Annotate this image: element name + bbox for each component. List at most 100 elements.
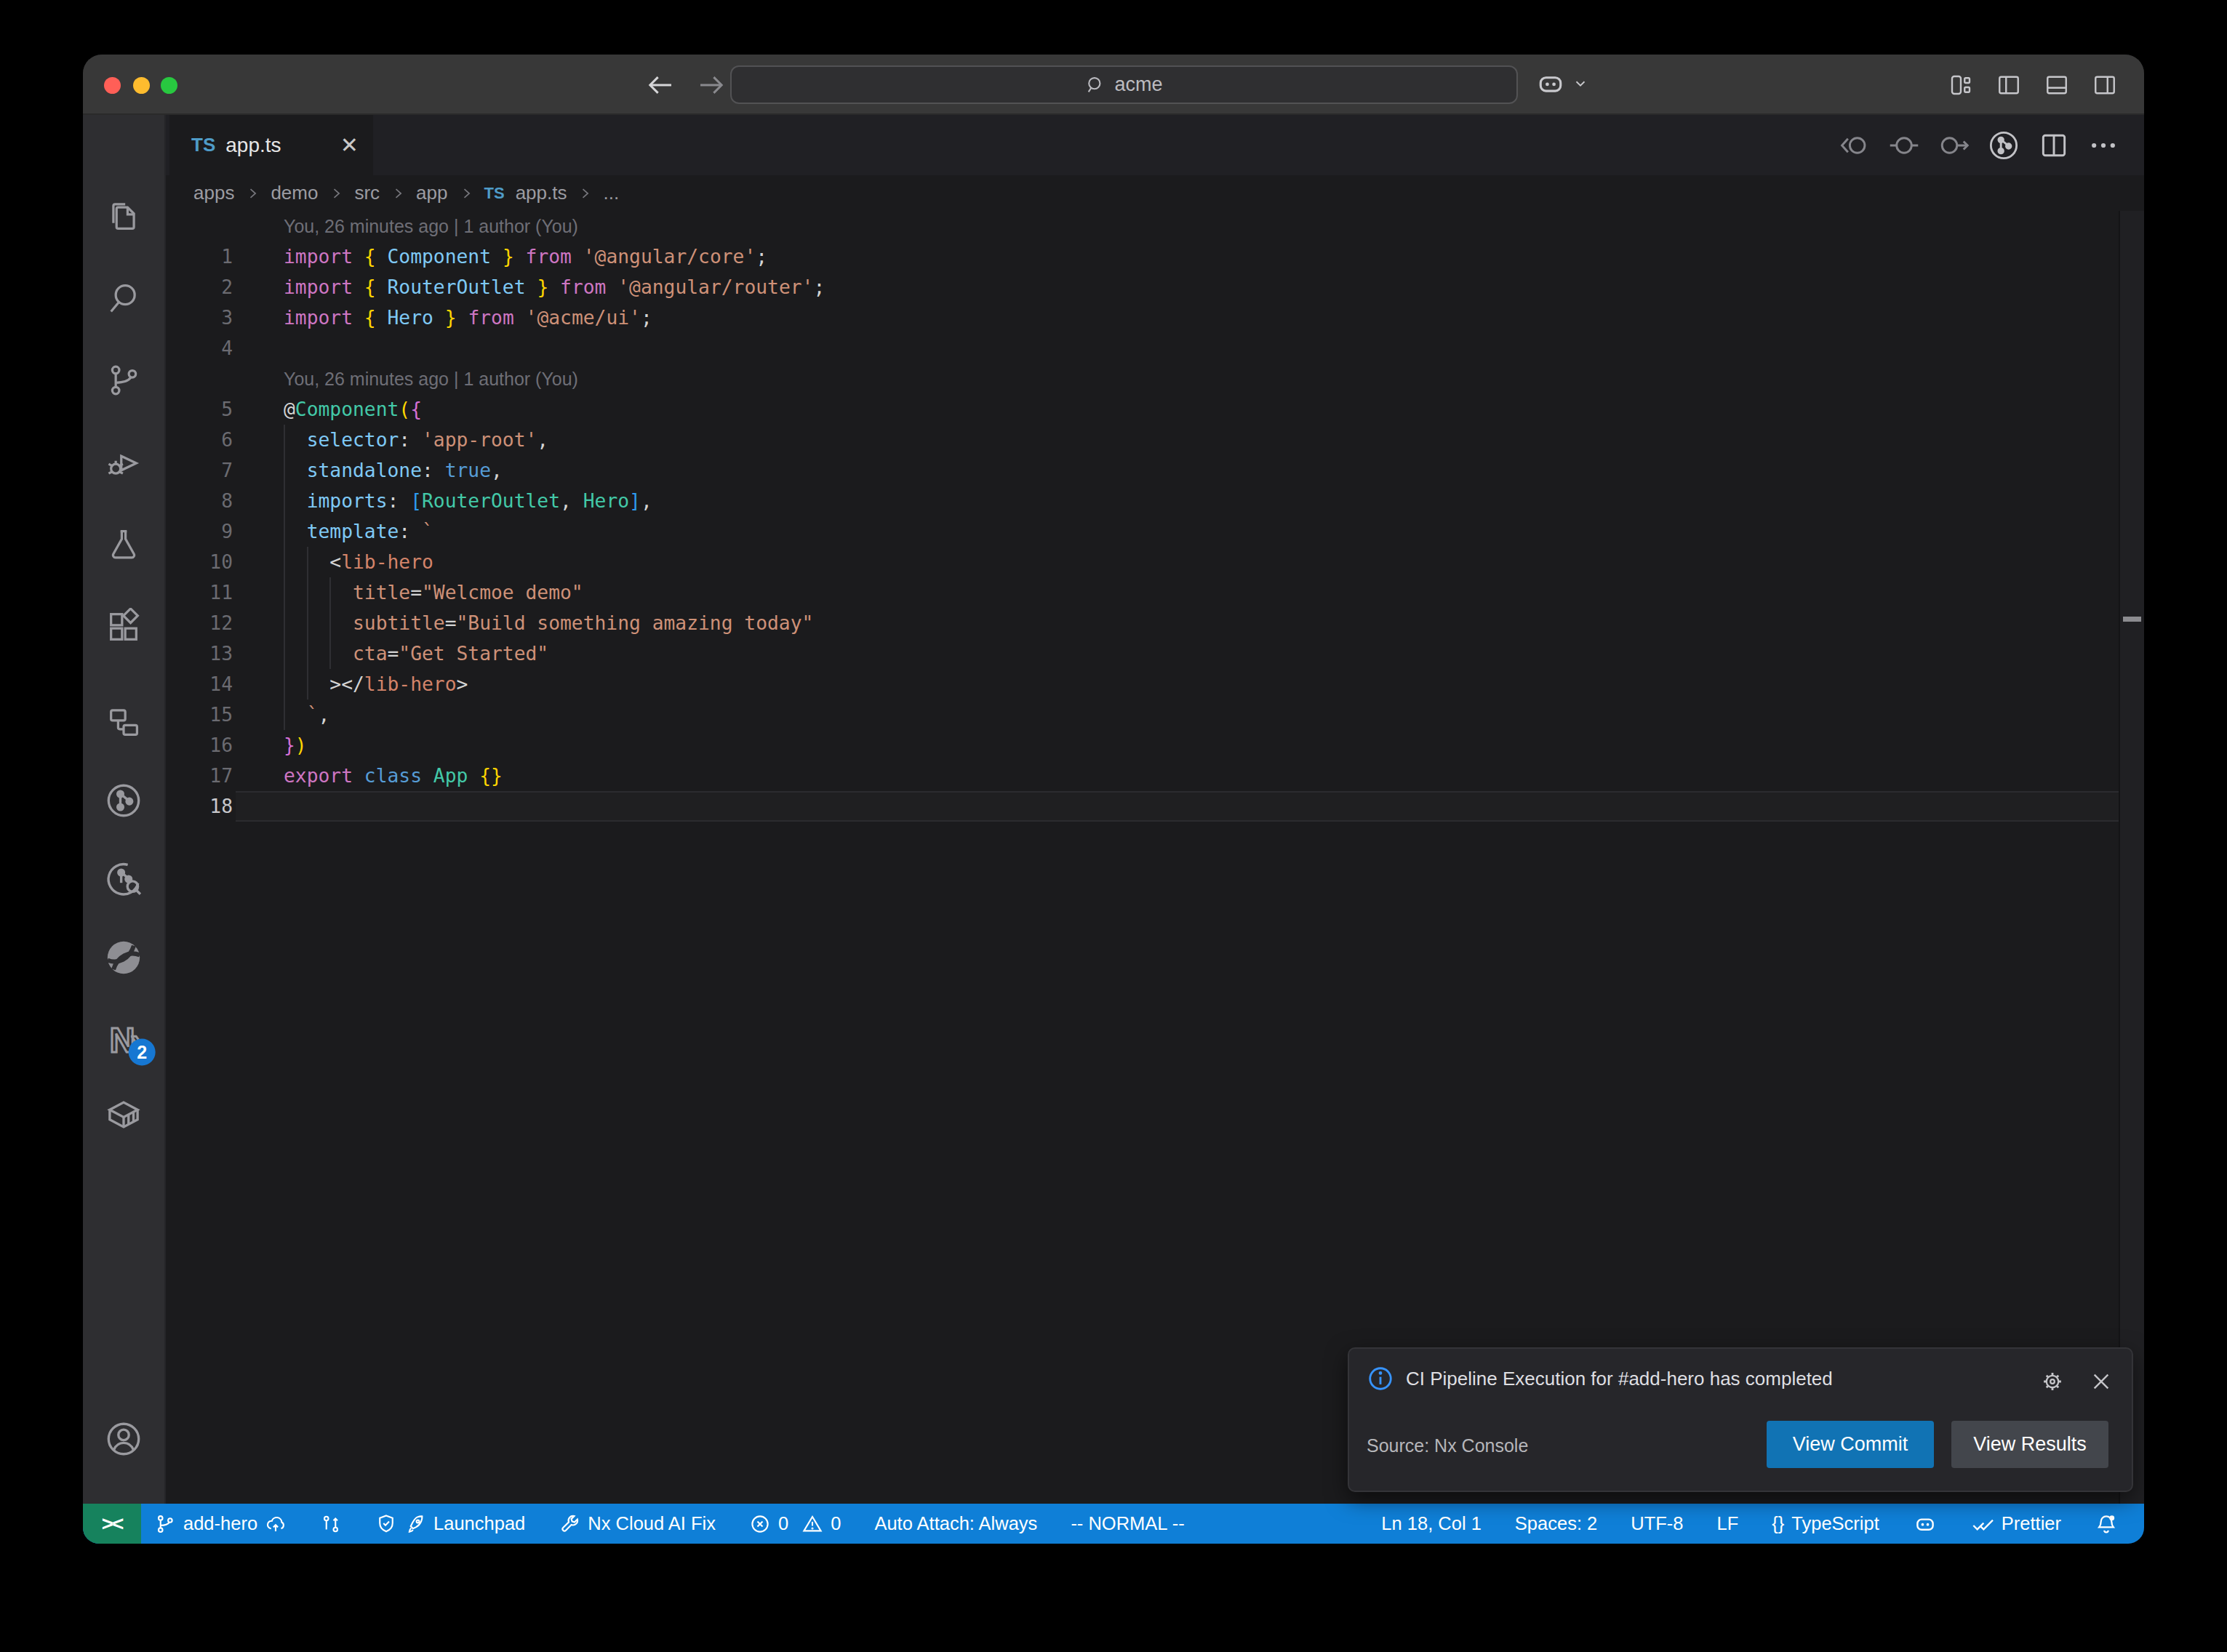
branch-status[interactable]: add-hero [154, 1513, 287, 1535]
copilot-menu[interactable] [1535, 68, 1588, 100]
toggle-panel-icon[interactable] [2044, 72, 2070, 98]
toggle-sidebar-right-icon[interactable] [2092, 72, 2118, 98]
explorer-icon[interactable] [105, 197, 143, 238]
tab-close-icon[interactable]: ✕ [340, 132, 359, 158]
forward-button[interactable] [695, 69, 727, 101]
double-check-icon [1971, 1512, 1994, 1536]
breadcrumb-item[interactable]: app [416, 182, 447, 204]
warnings-icon [801, 1513, 823, 1535]
source-control-icon[interactable] [105, 361, 143, 402]
close-window-button[interactable] [104, 77, 121, 94]
bell-icon [2095, 1512, 2118, 1536]
notification-close-icon[interactable] [2090, 1370, 2113, 1393]
blame-annotation: You, 26 minutes ago | 1 author (You) [166, 364, 2119, 394]
launchpad-status[interactable]: Launchpad [375, 1513, 525, 1535]
testing-icon[interactable] [105, 526, 143, 566]
command-center-search[interactable]: acme [730, 65, 1518, 104]
vscode-window: acme [83, 55, 2144, 1544]
code-line-3: 3import { Hero } from '@acme/ui'; [166, 302, 2119, 333]
split-editor-icon[interactable] [2038, 129, 2070, 161]
remote-icon: >< [102, 1512, 123, 1536]
activity-bar: N› 2 [83, 115, 166, 1504]
view-results-button[interactable]: View Results [1951, 1421, 2108, 1468]
vim-mode-status[interactable]: -- NORMAL -- [1071, 1513, 1184, 1534]
chevron-down-icon [1572, 76, 1588, 92]
zoom-window-button[interactable] [161, 77, 177, 94]
customize-layout-icon[interactable] [1948, 72, 1974, 98]
code-editor[interactable]: You, 26 minutes ago | 1 author (You)1imp… [166, 211, 2144, 1504]
tab-app-ts[interactable]: TS app.ts ✕ [169, 115, 373, 175]
git-compare-status[interactable] [320, 1513, 342, 1535]
chevron-right-icon [577, 186, 592, 201]
editor-group: TS app.ts ✕ apps [166, 115, 2144, 1504]
breadcrumb-item[interactable]: demo [271, 182, 318, 204]
breadcrumb-file[interactable]: app.ts [516, 182, 567, 204]
language-status[interactable]: {}TypeScript [1772, 1513, 1879, 1534]
rocket-icon [404, 1513, 426, 1535]
overview-ruler[interactable] [2119, 211, 2144, 1504]
search-icon[interactable] [105, 279, 143, 320]
encoding-status[interactable]: UTF-8 [1631, 1513, 1683, 1534]
code-line-1: 1import { Component } from '@angular/cor… [166, 241, 2119, 272]
code-line-4: 4 [166, 333, 2119, 364]
gitlens-icon[interactable] [104, 859, 143, 902]
git-graph-action-icon[interactable] [1987, 129, 2020, 162]
angular-devtools-icon[interactable] [103, 937, 144, 981]
containers-icon[interactable] [104, 1095, 143, 1137]
code-line-8: 8 imports: [RouterOutlet, Hero], [166, 486, 2119, 516]
indentation-status[interactable]: Spaces: 2 [1515, 1513, 1597, 1534]
chevron-right-icon [329, 186, 343, 201]
breadcrumb-tail[interactable]: ... [603, 182, 619, 204]
back-button[interactable] [644, 69, 676, 101]
account-icon[interactable] [104, 1419, 143, 1461]
view-commit-button[interactable]: View Commit [1767, 1421, 1934, 1468]
breadcrumbs[interactable]: apps demo src app TS app.ts ... [166, 175, 2144, 211]
more-actions-icon[interactable] [2087, 129, 2119, 161]
code-line-14: 14 ></lib-hero> [166, 669, 2119, 699]
toggle-sidebar-left-icon[interactable] [1996, 72, 2022, 98]
git-graph-icon[interactable] [104, 781, 143, 823]
copilot-status[interactable] [1913, 1512, 1938, 1536]
nav-back-circle-icon[interactable] [1839, 129, 1871, 161]
nav-forward-circle-icon[interactable] [1938, 129, 1970, 161]
code-line-15: 15 `, [166, 699, 2119, 730]
code-line-5: 5@Component({ [166, 394, 2119, 425]
eol-status[interactable]: LF [1717, 1513, 1739, 1534]
typescript-file-icon: TS [484, 184, 505, 203]
search-value: acme [1114, 73, 1162, 96]
code-line-18: 18 [166, 791, 2119, 822]
publish-icon [265, 1513, 287, 1535]
minimize-window-button[interactable] [133, 77, 150, 94]
chevron-right-icon [245, 186, 260, 201]
copilot-icon [1913, 1512, 1938, 1536]
blame-annotation: You, 26 minutes ago | 1 author (You) [166, 211, 2119, 241]
code-line-13: 13 cta="Get Started" [166, 638, 2119, 669]
code-line-17: 17export class App {} [166, 761, 2119, 791]
notification-title: CI Pipeline Execution for #add-hero has … [1406, 1368, 1833, 1390]
nx-console-icon[interactable]: N› 2 [110, 1020, 138, 1060]
code-line-16: 16}) [166, 730, 2119, 761]
shield-icon [375, 1513, 397, 1535]
notifications-bell[interactable] [2095, 1512, 2118, 1536]
cursor-position-status[interactable]: Ln 18, Col 1 [1381, 1513, 1482, 1534]
notification-source: Source: Nx Console [1367, 1432, 1528, 1459]
auto-attach-status[interactable]: Auto Attach: Always [874, 1513, 1037, 1534]
code-line-12: 12 subtitle="Build something amazing tod… [166, 608, 2119, 638]
tab-bar: TS app.ts ✕ [166, 115, 2144, 175]
info-icon [1367, 1365, 1394, 1392]
tab-label: app.ts [225, 134, 330, 157]
prettier-status[interactable]: Prettier [1971, 1512, 2061, 1536]
titlebar: acme [83, 55, 2144, 115]
nx-cloud-status[interactable]: Nx Cloud AI Fix [559, 1513, 716, 1535]
breadcrumb-item[interactable]: src [354, 182, 380, 204]
remote-indicator[interactable]: >< [83, 1504, 141, 1544]
run-debug-icon[interactable] [105, 444, 143, 484]
notification-settings-gear-icon[interactable] [2040, 1369, 2065, 1394]
nav-position-circle-icon[interactable] [1888, 129, 1920, 161]
code-line-6: 6 selector: 'app-root', [166, 425, 2119, 455]
breadcrumb-item[interactable]: apps [193, 182, 234, 204]
remote-explorer-icon[interactable] [105, 703, 143, 744]
search-icon [1085, 75, 1105, 95]
problems-status[interactable]: 0 0 [749, 1513, 841, 1535]
extensions-icon[interactable] [105, 608, 143, 649]
